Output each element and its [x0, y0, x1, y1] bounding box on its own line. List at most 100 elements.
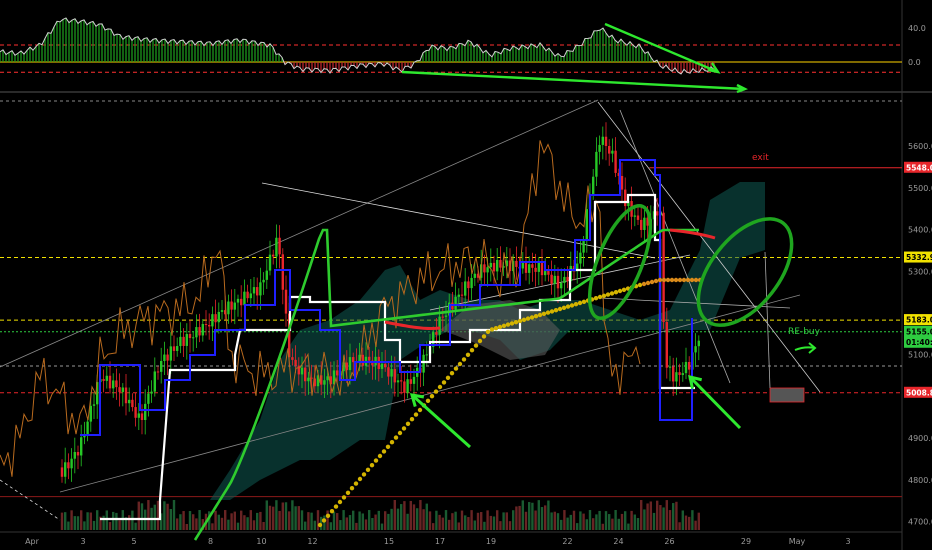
yellow-ma-dot: [461, 357, 467, 362]
time-tick-label-6: 15: [384, 537, 394, 546]
candle-body: [412, 376, 416, 384]
volume-bar: [163, 501, 166, 530]
candle-body: [172, 346, 176, 351]
volume-bar: [499, 521, 502, 530]
trading-chart[interactable]: 40.0 0.0 5600.0 5500.0 5400.0 5300.0 5100.0 490…: [0, 0, 932, 550]
volume-bar: [390, 508, 393, 530]
candle-body: [467, 281, 470, 289]
volume-bar: [371, 518, 374, 530]
volume-bar: [550, 512, 553, 530]
candle-body: [60, 467, 64, 477]
volume-bar: [374, 514, 377, 530]
volume-bar: [508, 521, 512, 530]
candle-body: [611, 150, 614, 154]
volume-bar: [313, 520, 316, 530]
price-axis: 5600.0 5500.0 5400.0 5300.0 5100.0 4900.0 4800…: [904, 142, 932, 527]
candle-body: [249, 293, 252, 299]
candle-body: [636, 215, 640, 220]
candle-body: [665, 322, 668, 368]
volume-bar: [563, 510, 566, 530]
yellow-ma-dot: [657, 277, 663, 283]
volume-bar: [496, 510, 499, 530]
volume-bar: [646, 503, 649, 530]
candle-body: [150, 391, 153, 394]
candle-body: [179, 336, 182, 347]
volume-bar: [668, 510, 672, 530]
candle-body: [384, 363, 387, 368]
volume-bar: [380, 523, 384, 530]
volume-bar: [470, 510, 473, 530]
volume-bar: [217, 514, 220, 530]
volume-bar: [451, 513, 454, 530]
candle-body: [368, 356, 371, 361]
candle-body: [214, 314, 217, 323]
trend-line-6: [0, 479, 61, 521]
yellow-ma-dot: [477, 338, 483, 344]
candle-body: [496, 259, 499, 272]
price-tag-sub-3: 01:40:22: [906, 338, 932, 347]
yellow-ma-dot: [473, 343, 479, 348]
volume-bar: [636, 518, 640, 530]
volume-bar: [457, 522, 460, 530]
volume-bar: [240, 510, 243, 530]
volume-bar: [288, 511, 291, 530]
candle-body: [211, 314, 214, 327]
volume-bar: [665, 500, 668, 530]
candle-body: [393, 369, 396, 383]
candle-body: [259, 282, 262, 296]
volume-bar: [358, 511, 361, 530]
volume-bar: [192, 514, 195, 530]
yellow-ma-dot: [665, 277, 671, 283]
yellow-ma-dot: [621, 287, 627, 292]
candle-body: [348, 357, 352, 371]
volume-bar: [76, 516, 80, 530]
candle-body: [281, 254, 284, 290]
yellow-ma-dot: [609, 291, 615, 296]
yellow-ma-dot: [653, 278, 659, 284]
candle-body: [406, 379, 409, 393]
volume-bar: [524, 511, 528, 530]
price-tick-label-5: 4900.0: [908, 434, 932, 443]
volume-bar: [534, 510, 537, 530]
yellow-ma-dot: [325, 513, 331, 518]
yellow-ma-dot: [425, 398, 431, 403]
volume-bar: [323, 515, 326, 530]
yellow-ma-dot: [413, 412, 419, 417]
yellow-ma-dot: [417, 407, 423, 413]
divergence-line-bottom: [401, 70, 746, 91]
volume-bar: [467, 517, 470, 530]
rebuy-zone-box: [769, 387, 805, 403]
candle-body: [643, 217, 646, 230]
candle-body: [697, 340, 700, 347]
volume-bar: [652, 512, 656, 530]
yellow-ma-dot: [577, 300, 583, 306]
time-tick-label-13: May: [789, 537, 806, 546]
candle-body: [566, 276, 569, 282]
time-tick-label-2: 5: [131, 537, 136, 546]
volume-bar: [137, 501, 140, 530]
yellow-ma-dot: [409, 417, 415, 422]
candle-body: [67, 462, 70, 469]
volume-bar: [582, 513, 585, 530]
yellow-ma-dot: [501, 323, 507, 328]
volume-bar: [640, 500, 643, 530]
volume-bar: [633, 514, 636, 530]
candle-body: [185, 334, 188, 346]
volume-bar: [659, 505, 662, 530]
volume-bar: [540, 507, 544, 530]
price-tick-label-1: 5500.0: [908, 184, 932, 193]
candle-body: [284, 289, 288, 314]
volume-bar: [262, 522, 265, 530]
time-tick-label-10: 24: [613, 537, 623, 546]
candle-body: [336, 370, 339, 376]
volume-bar: [396, 508, 400, 530]
volume-bar: [476, 512, 480, 530]
yellow-ma-dot: [441, 380, 447, 385]
volume-bar: [483, 521, 486, 530]
volume-bar: [656, 500, 659, 530]
volume-bar: [560, 519, 563, 530]
yellow-ma-dot: [437, 384, 443, 390]
candle-body: [201, 324, 204, 336]
candle-body: [268, 254, 272, 271]
candle-body: [454, 296, 457, 310]
